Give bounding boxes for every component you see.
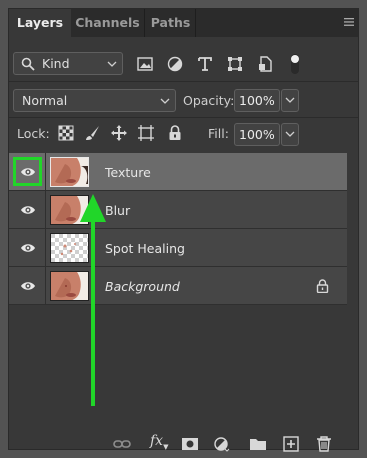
fill-label: Fill:	[208, 126, 229, 141]
layer-row-blur[interactable]: Blur	[9, 191, 347, 229]
layer-name: Texture	[105, 165, 151, 180]
layer-thumbnail[interactable]	[50, 157, 89, 187]
hamburger-icon	[344, 18, 354, 26]
chevron-down-icon	[160, 98, 170, 104]
fill-dropdown[interactable]	[281, 123, 299, 146]
search-icon	[21, 57, 35, 71]
lock-position-icon[interactable]	[110, 124, 128, 142]
eye-icon	[21, 244, 35, 252]
highlight-box	[13, 157, 42, 186]
blend-mode-label: Normal	[22, 93, 68, 108]
lock-all-icon[interactable]	[166, 124, 184, 142]
divider	[9, 81, 358, 82]
filter-kind-label: Kind	[42, 56, 70, 71]
visibility-toggle[interactable]	[9, 267, 46, 305]
opacity-dropdown[interactable]	[281, 89, 299, 112]
lock-label: Lock:	[17, 126, 50, 141]
layer-row-background[interactable]: Background	[9, 267, 347, 305]
face-thumbnail-image	[51, 158, 88, 186]
fx-icon[interactable]: fx▼	[150, 433, 174, 451]
divider	[9, 117, 358, 118]
chevron-down-icon	[285, 131, 295, 137]
annotation-arrow	[80, 194, 106, 406]
adjustment-layer-icon[interactable]	[212, 436, 230, 452]
lock-image-pixels-icon[interactable]	[84, 124, 102, 142]
layer-mask-icon[interactable]	[181, 436, 199, 452]
new-group-icon[interactable]	[249, 436, 267, 452]
blend-mode-select[interactable]: Normal	[13, 89, 176, 112]
tab-bar: Layers Channels Paths	[9, 9, 358, 37]
visibility-toggle[interactable]	[9, 153, 46, 191]
type-filter-icon[interactable]	[196, 55, 214, 73]
filter-kind-select[interactable]: Kind	[13, 52, 123, 75]
shape-filter-icon[interactable]	[226, 55, 244, 73]
opacity-label: Opacity:	[183, 93, 235, 108]
visibility-toggle[interactable]	[9, 191, 46, 229]
chevron-down-icon	[285, 97, 295, 103]
filter-toggle-icon[interactable]	[286, 53, 304, 75]
fx-dropdown-caret: ▼	[163, 443, 169, 451]
layer-row-spot-healing[interactable]: Spot Healing	[9, 229, 347, 267]
eye-icon	[21, 282, 35, 290]
lock-artboard-icon[interactable]	[137, 124, 155, 142]
lock-transparent-pixels-icon[interactable]	[57, 124, 75, 142]
opacity-field[interactable]: 100%	[234, 89, 280, 112]
fx-label: fx	[150, 433, 164, 449]
delete-layer-icon[interactable]	[315, 436, 333, 452]
layers-list: Texture Blur Spot Healing Background	[9, 153, 358, 431]
panel-footer: fx▼	[9, 432, 358, 452]
chevron-down-icon	[107, 61, 117, 67]
eye-icon	[21, 206, 35, 214]
panel-frame: Layers Channels Paths Kind Normal Opacit…	[8, 8, 359, 452]
lock-icon	[316, 279, 329, 293]
link-layers-icon[interactable]	[113, 436, 131, 452]
tab-paths[interactable]: Paths	[146, 9, 196, 37]
fill-field[interactable]: 100%	[234, 123, 280, 146]
adjustment-filter-icon[interactable]	[166, 55, 184, 73]
image-filter-icon[interactable]	[136, 55, 154, 73]
tab-layers[interactable]: Layers	[9, 9, 71, 37]
panel-menu-button[interactable]	[340, 9, 358, 37]
tab-channels[interactable]: Channels	[71, 9, 145, 37]
layer-row-texture[interactable]: Texture	[9, 153, 347, 191]
visibility-toggle[interactable]	[9, 229, 46, 267]
layers-panel: Layers Channels Paths Kind Normal Opacit…	[0, 0, 367, 458]
smart-object-filter-icon[interactable]	[256, 55, 274, 73]
new-layer-icon[interactable]	[282, 436, 300, 452]
